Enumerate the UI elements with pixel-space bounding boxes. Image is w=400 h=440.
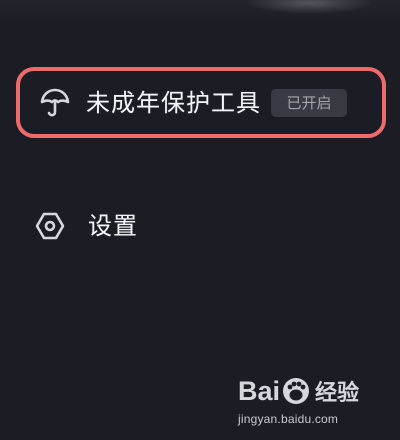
paw-logo-icon <box>281 376 311 406</box>
cropped-toolbar-icons <box>246 0 374 14</box>
umbrella-icon <box>38 86 72 120</box>
minor-protection-menu-item[interactable]: 未成年保护工具 已开启 <box>16 67 386 138</box>
watermark-brand-left: Bai <box>238 375 281 406</box>
watermark-brand: Bai 经验 <box>238 372 368 410</box>
settings-label: 设置 <box>88 212 138 240</box>
settings-menu-item[interactable]: 设置 <box>16 201 236 251</box>
watermark-brand-right: 经验 <box>315 381 360 406</box>
minor-protection-label: 未成年保护工具 <box>86 88 261 117</box>
enabled-status-badge: 已开启 <box>271 88 347 117</box>
watermark-url: jingyan.baidu.com <box>238 412 339 426</box>
baidu-jingyan-watermark: Bai 经验 jingyan.baidu.com <box>238 372 368 430</box>
top-cropped-toolbar <box>0 0 400 24</box>
gear-icon <box>34 210 66 242</box>
settings-menu-screen: 未成年保护工具 已开启 设置 Bai 经验 jingyan.baidu.com <box>0 0 400 440</box>
